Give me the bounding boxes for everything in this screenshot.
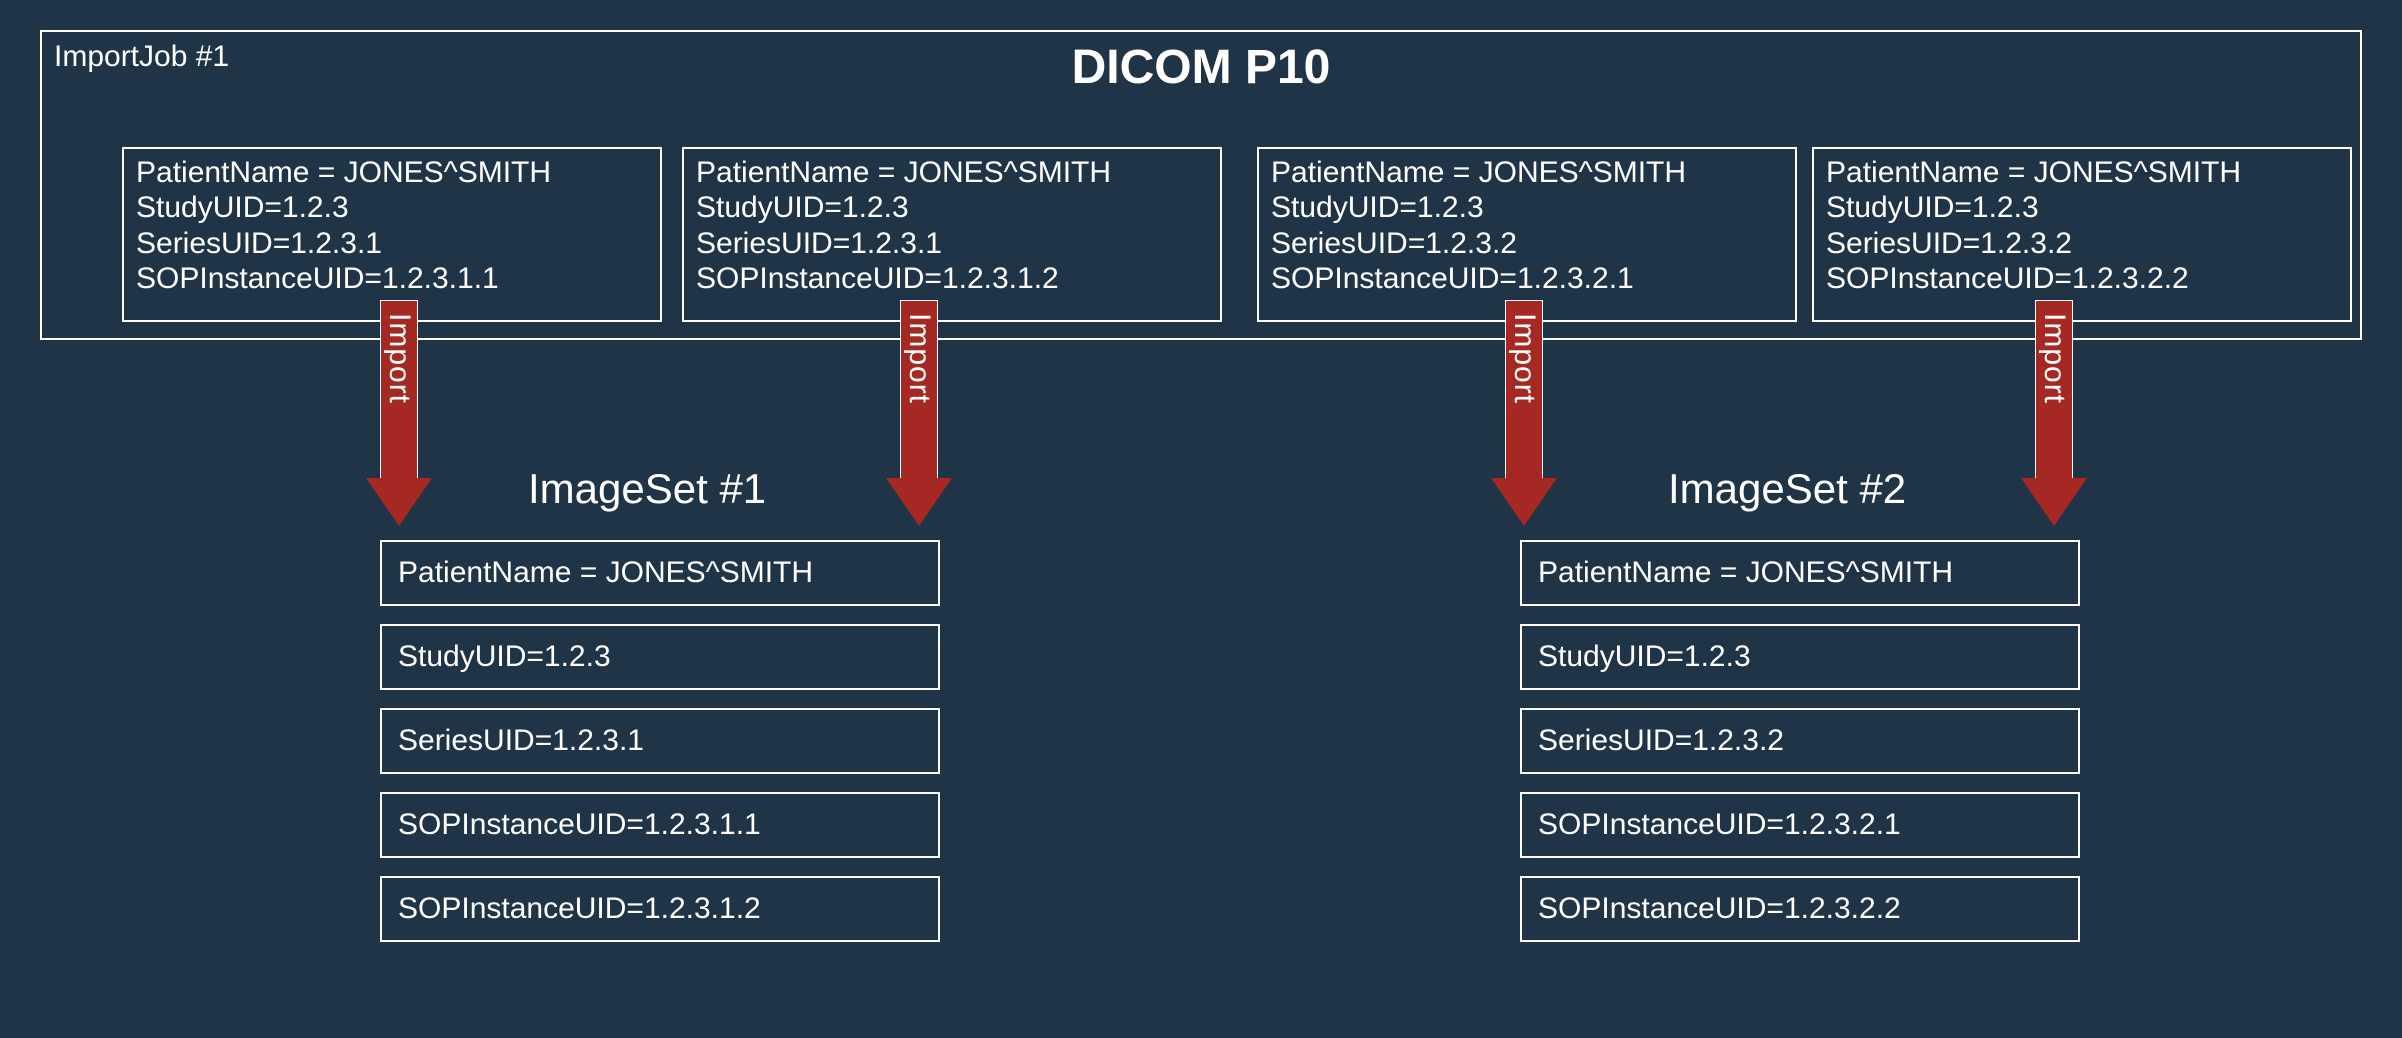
patient-name-line: PatientName = JONES^SMITH bbox=[696, 155, 1208, 190]
series-uid-line: SeriesUID=1.2.3.2 bbox=[1826, 226, 2338, 261]
patient-name-line: PatientName = JONES^SMITH bbox=[136, 155, 648, 190]
imageset-row: SOPInstanceUID=1.2.3.2.1 bbox=[1520, 792, 2080, 858]
imageset-row: SOPInstanceUID=1.2.3.2.2 bbox=[1520, 876, 2080, 942]
arrow-shaft: Import bbox=[2035, 300, 2073, 480]
imageset-title-1: ImageSet #1 bbox=[528, 465, 766, 513]
patient-name-line: PatientName = JONES^SMITH bbox=[1826, 155, 2338, 190]
import-arrow-3: Import bbox=[1495, 300, 1553, 525]
import-arrow-2: Import bbox=[890, 300, 948, 525]
imageset-row: PatientName = JONES^SMITH bbox=[1520, 540, 2080, 606]
imageset-row: SOPInstanceUID=1.2.3.1.2 bbox=[380, 876, 940, 942]
dicom-instance-box-4: PatientName = JONES^SMITH StudyUID=1.2.3… bbox=[1812, 147, 2352, 322]
arrow-label: Import bbox=[1507, 313, 1541, 404]
dicom-instance-box-2: PatientName = JONES^SMITH StudyUID=1.2.3… bbox=[682, 147, 1222, 322]
sop-instance-uid-line: SOPInstanceUID=1.2.3.2.1 bbox=[1271, 261, 1783, 296]
arrow-down-icon bbox=[886, 478, 952, 526]
arrow-label: Import bbox=[2037, 313, 2071, 404]
imageset-row: StudyUID=1.2.3 bbox=[1520, 624, 2080, 690]
imageset-row: SeriesUID=1.2.3.2 bbox=[1520, 708, 2080, 774]
imageset-stack-1: PatientName = JONES^SMITH StudyUID=1.2.3… bbox=[380, 540, 940, 942]
imageset-row: PatientName = JONES^SMITH bbox=[380, 540, 940, 606]
dicom-title: DICOM P10 bbox=[42, 40, 2360, 95]
diagram-canvas: ImportJob #1 DICOM P10 PatientName = JON… bbox=[0, 0, 2402, 1038]
sop-instance-uid-line: SOPInstanceUID=1.2.3.1.1 bbox=[136, 261, 648, 296]
sop-instance-uid-line: SOPInstanceUID=1.2.3.1.2 bbox=[696, 261, 1208, 296]
study-uid-line: StudyUID=1.2.3 bbox=[136, 190, 648, 225]
arrow-down-icon bbox=[2021, 478, 2087, 526]
series-uid-line: SeriesUID=1.2.3.2 bbox=[1271, 226, 1783, 261]
sop-instance-uid-line: SOPInstanceUID=1.2.3.2.2 bbox=[1826, 261, 2338, 296]
arrow-shaft: Import bbox=[380, 300, 418, 480]
imageset-title-2: ImageSet #2 bbox=[1668, 465, 1906, 513]
arrow-label: Import bbox=[382, 313, 416, 404]
arrow-label: Import bbox=[902, 313, 936, 404]
dicom-instance-box-3: PatientName = JONES^SMITH StudyUID=1.2.3… bbox=[1257, 147, 1797, 322]
arrow-shaft: Import bbox=[1505, 300, 1543, 480]
import-job-container: ImportJob #1 DICOM P10 PatientName = JON… bbox=[40, 30, 2362, 340]
imageset-row: SeriesUID=1.2.3.1 bbox=[380, 708, 940, 774]
study-uid-line: StudyUID=1.2.3 bbox=[696, 190, 1208, 225]
patient-name-line: PatientName = JONES^SMITH bbox=[1271, 155, 1783, 190]
import-arrow-4: Import bbox=[2025, 300, 2083, 525]
study-uid-line: StudyUID=1.2.3 bbox=[1826, 190, 2338, 225]
imageset-row: StudyUID=1.2.3 bbox=[380, 624, 940, 690]
import-arrow-1: Import bbox=[370, 300, 428, 525]
imageset-stack-2: PatientName = JONES^SMITH StudyUID=1.2.3… bbox=[1520, 540, 2080, 942]
arrow-down-icon bbox=[366, 478, 432, 526]
series-uid-line: SeriesUID=1.2.3.1 bbox=[136, 226, 648, 261]
series-uid-line: SeriesUID=1.2.3.1 bbox=[696, 226, 1208, 261]
dicom-instance-box-1: PatientName = JONES^SMITH StudyUID=1.2.3… bbox=[122, 147, 662, 322]
imageset-row: SOPInstanceUID=1.2.3.1.1 bbox=[380, 792, 940, 858]
arrow-down-icon bbox=[1491, 478, 1557, 526]
arrow-shaft: Import bbox=[900, 300, 938, 480]
study-uid-line: StudyUID=1.2.3 bbox=[1271, 190, 1783, 225]
